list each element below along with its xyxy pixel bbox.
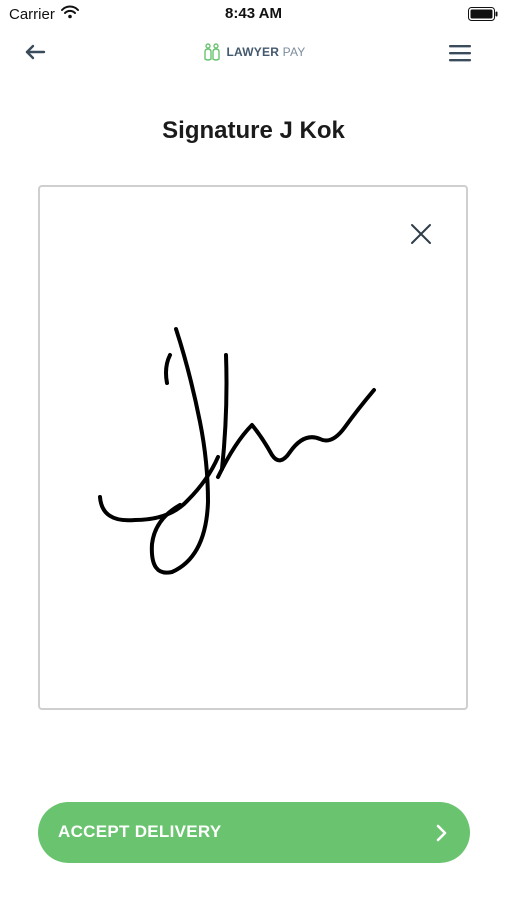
chevron-right-icon [436,824,447,842]
close-icon [411,224,431,244]
accept-delivery-label: ACCEPT DELIVERY [58,822,222,841]
clear-signature-button[interactable] [408,221,434,247]
page-title: Signature J Kok [162,117,345,144]
top-nav-bar: LAWYER PAY [0,28,507,78]
battery-icon [468,7,498,26]
signature-drawing [98,327,376,575]
status-bar: Carrier 8:43 AM [0,0,507,28]
accept-delivery-button[interactable]: ACCEPT DELIVERY [38,802,470,863]
logo-text-strong: LAWYER [226,45,280,59]
hamburger-menu-icon [449,45,471,62]
logo-text-light: PAY [282,45,306,59]
logo-text: LAWYER PAY [227,45,306,59]
status-time: 8:43 AM [225,5,282,22]
menu-button[interactable] [445,38,475,68]
signature-pad[interactable] [38,185,468,710]
app-logo: LAWYER PAY [0,42,507,62]
lawyer-pay-logo-icon [203,43,220,61]
